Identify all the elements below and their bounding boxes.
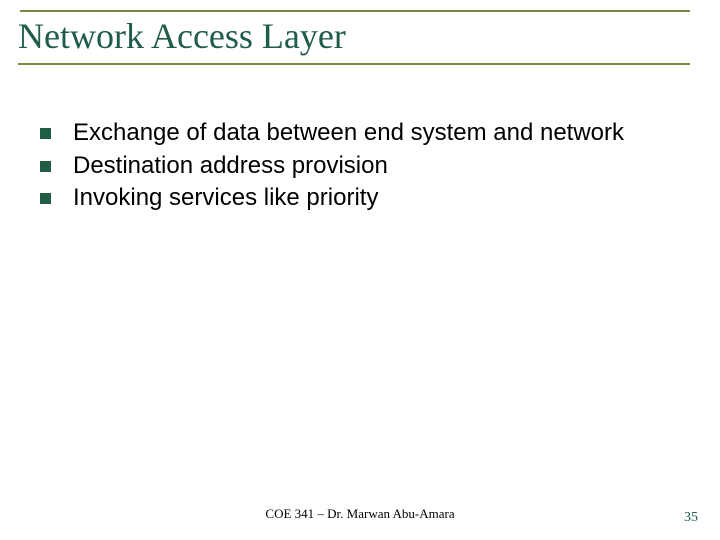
page-number: 35	[684, 510, 698, 526]
square-bullet-icon	[40, 128, 51, 139]
slide: Network Access Layer Exchange of data be…	[0, 0, 720, 540]
rule-bottom	[18, 63, 690, 65]
bullet-text: Exchange of data between end system and …	[73, 118, 680, 149]
rule-top	[20, 10, 690, 12]
bullet-text: Destination address provision	[73, 151, 680, 182]
list-item: Invoking services like priority	[40, 183, 680, 214]
square-bullet-icon	[40, 193, 51, 204]
slide-title: Network Access Layer	[18, 16, 690, 57]
footer: COE 341 – Dr. Marwan Abu-Amara 35	[0, 506, 720, 526]
list-item: Exchange of data between end system and …	[40, 118, 680, 149]
square-bullet-icon	[40, 161, 51, 172]
slide-body: Exchange of data between end system and …	[40, 118, 680, 216]
bullet-text: Invoking services like priority	[73, 183, 680, 214]
footer-center-text: COE 341 – Dr. Marwan Abu-Amara	[0, 506, 720, 522]
title-block: Network Access Layer	[18, 10, 690, 65]
list-item: Destination address provision	[40, 151, 680, 182]
